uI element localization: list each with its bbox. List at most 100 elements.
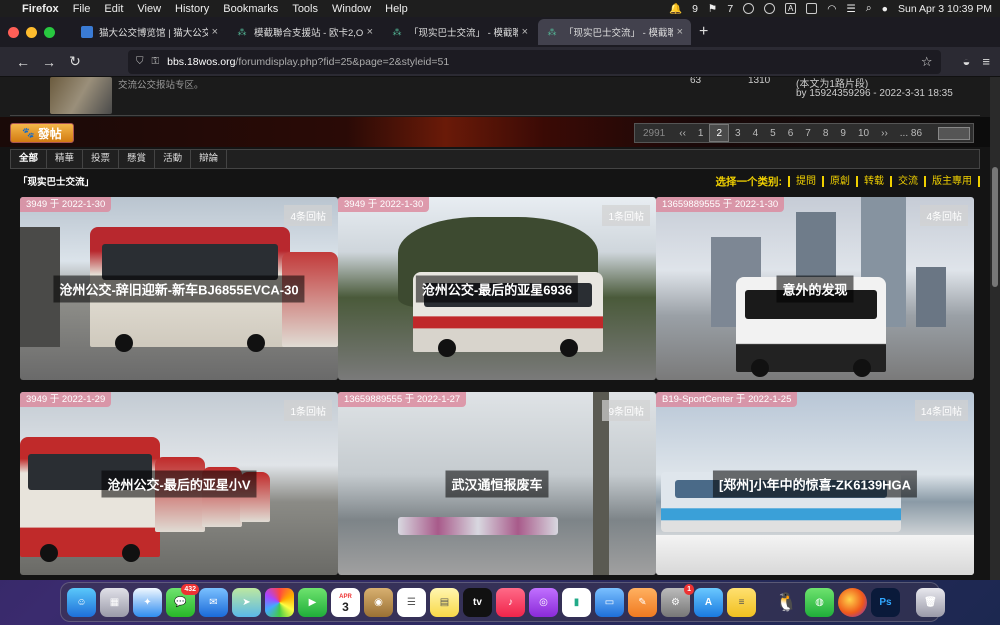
menu-edit[interactable]: Edit: [104, 3, 123, 15]
new-tab-icon[interactable]: +: [699, 23, 708, 41]
thread-card[interactable]: 13659889555 于 2022-1-27 9条回帖 武汉通恒报废车: [338, 392, 656, 575]
filter-activity[interactable]: 活動: [155, 150, 192, 168]
new-post-button[interactable]: 🐾 發帖: [10, 123, 74, 143]
pager-prev[interactable]: ‹‹: [673, 128, 692, 139]
photos-icon[interactable]: [265, 587, 294, 617]
shield-icon[interactable]: ⛉: [136, 56, 144, 67]
photoshop-icon[interactable]: Ps: [871, 587, 900, 617]
category-question[interactable]: 提問: [788, 175, 822, 187]
reload-icon[interactable]: ↻: [62, 53, 88, 70]
close-tab-icon[interactable]: ×: [522, 26, 528, 38]
thread-card[interactable]: 3949 于 2022-1-30 4条回帖 沧州公交-辞旧迎新-新车BJ6855…: [20, 197, 338, 380]
category-repost[interactable]: 转载: [856, 175, 890, 187]
forward-icon[interactable]: →: [36, 54, 62, 70]
pager-last[interactable]: ... 86: [894, 128, 928, 139]
scrollbar-thumb[interactable]: [992, 167, 998, 287]
url-bar[interactable]: ⛉ ⚿ bbs.18wos.org /forumdisplay.php?fid=…: [128, 49, 941, 74]
calendar-icon[interactable]: APR 3: [331, 587, 360, 617]
close-tab-icon[interactable]: ×: [212, 26, 218, 38]
apple-tv-icon[interactable]: tv: [463, 587, 492, 617]
menu-view[interactable]: View: [137, 3, 161, 15]
pager-page-10[interactable]: 10: [852, 128, 875, 139]
thread-card[interactable]: 3949 于 2022-1-30 1条回帖 沧州公交-最后的亚星6936: [338, 197, 656, 380]
menubar-clock[interactable]: Sun Apr 3 10:39 PM: [898, 3, 992, 15]
input-source-icon[interactable]: A: [785, 3, 797, 14]
thread-card[interactable]: B19-SportCenter 于 2022-1-25 14条回帖 [郑州]小年…: [656, 392, 974, 575]
bookmark-star-icon[interactable]: ☆: [921, 54, 933, 70]
tab-3[interactable]: ⁂ 「现实巴士交流」 - 模截聯合支援 ×: [383, 19, 536, 45]
contacts-icon[interactable]: ◉: [364, 587, 393, 617]
siri-icon[interactable]: ●: [882, 3, 888, 15]
pager-page-8[interactable]: 8: [817, 128, 835, 139]
pin-icon[interactable]: ⚑: [708, 3, 717, 15]
filter-digest[interactable]: 精華: [47, 150, 84, 168]
thread-title[interactable]: 沧州公交-最后的亚星6936: [415, 275, 579, 302]
pager-jump-input[interactable]: [938, 126, 970, 140]
mail-icon[interactable]: ✉: [199, 587, 228, 617]
focus-icon[interactable]: [743, 3, 755, 14]
menu-bookmarks[interactable]: Bookmarks: [223, 3, 278, 15]
thread-card[interactable]: 13659889555 于 2022-1-30 4条回帖 意外的发现: [656, 197, 974, 380]
filter-debate[interactable]: 辯論: [191, 150, 228, 168]
close-tab-icon[interactable]: ×: [677, 26, 683, 38]
wifi-icon[interactable]: ◠: [827, 3, 836, 15]
forum-thumbnail[interactable]: [50, 77, 112, 114]
stickies-icon[interactable]: ≡: [727, 587, 756, 617]
trash-icon[interactable]: 🗑: [916, 587, 945, 617]
menu-help[interactable]: Help: [385, 3, 408, 15]
filter-all[interactable]: 全部: [11, 150, 48, 168]
safari-icon[interactable]: ✦: [133, 587, 162, 617]
qq-icon[interactable]: 🐧: [772, 588, 801, 617]
minimize-window-icon[interactable]: [26, 26, 37, 38]
pager-page-1[interactable]: 1: [692, 128, 710, 139]
pager-page-4[interactable]: 4: [747, 128, 765, 139]
podcasts-icon[interactable]: ◎: [529, 587, 558, 617]
thread-title[interactable]: 意外的发现: [776, 275, 854, 302]
music-icon[interactable]: ♪: [496, 587, 525, 617]
menu-tools[interactable]: Tools: [292, 3, 318, 15]
facetime-icon[interactable]: ▶: [298, 587, 327, 617]
pager-page-3[interactable]: 3: [729, 128, 747, 139]
numbers-icon[interactable]: ▮: [562, 587, 591, 617]
control-center-icon[interactable]: ☰: [846, 3, 855, 15]
category-discussion[interactable]: 交流: [890, 175, 924, 187]
tab-1[interactable]: 猫大公交博览馆 | 猫大公交博览馆 ×: [73, 19, 226, 45]
launchpad-icon[interactable]: ▦: [100, 587, 129, 617]
search-icon[interactable]: ⌕: [866, 2, 872, 15]
zoom-window-icon[interactable]: [44, 26, 55, 38]
play-icon[interactable]: [764, 3, 776, 14]
system-preferences-icon[interactable]: ⚙ 1: [661, 583, 694, 617]
pocket-icon[interactable]: ◒: [963, 54, 971, 69]
thread-card[interactable]: 3949 于 2022-1-29 1条回帖 沧州公交-最后的亚星小V: [20, 392, 338, 575]
maps-icon[interactable]: ➤: [232, 587, 261, 617]
reminders-icon[interactable]: ☰: [397, 587, 426, 617]
category-original[interactable]: 原創: [822, 175, 856, 187]
pager-page-6[interactable]: 6: [782, 128, 800, 139]
category-moderator[interactable]: 版主專用: [924, 175, 980, 187]
screen-mirroring-icon[interactable]: [806, 3, 818, 14]
site-info-icon[interactable]: ⚿: [152, 56, 160, 67]
pager-next[interactable]: ››: [875, 128, 894, 139]
forum-lastpost-by[interactable]: by 15924359296 - 2022-3-31 18:35: [796, 88, 953, 99]
pager-page-7[interactable]: 7: [799, 128, 817, 139]
tab-4-active[interactable]: ⁂ 「现实巴士交流」 - 模截聯合支援 ×: [538, 19, 691, 45]
close-window-icon[interactable]: [8, 26, 19, 38]
thread-title[interactable]: 沧州公交-最后的亚星小V: [101, 470, 257, 497]
menu-app-name[interactable]: Firefox: [22, 3, 59, 15]
pager-page-9[interactable]: 9: [834, 128, 852, 139]
pager-page-5[interactable]: 5: [764, 128, 782, 139]
firefox-icon[interactable]: [838, 587, 867, 617]
notes-icon[interactable]: ▤: [430, 587, 459, 617]
page-scrollbar[interactable]: [990, 77, 1000, 580]
back-icon[interactable]: ←: [10, 54, 36, 70]
filter-reward[interactable]: 懸賞: [119, 150, 156, 168]
close-tab-icon[interactable]: ×: [367, 26, 373, 38]
wechat-icon[interactable]: ◍: [805, 587, 834, 617]
menu-file[interactable]: File: [73, 3, 91, 15]
finder-icon[interactable]: ☺: [67, 587, 96, 617]
menu-hamburger-icon[interactable]: ≡: [982, 54, 990, 69]
keynote-icon[interactable]: ▭: [595, 587, 624, 617]
app-store-icon[interactable]: A: [694, 587, 723, 617]
thread-title[interactable]: 沧州公交-辞旧迎新-新车BJ6855EVCA-30: [53, 275, 305, 302]
pages-icon[interactable]: ✎: [628, 587, 657, 617]
